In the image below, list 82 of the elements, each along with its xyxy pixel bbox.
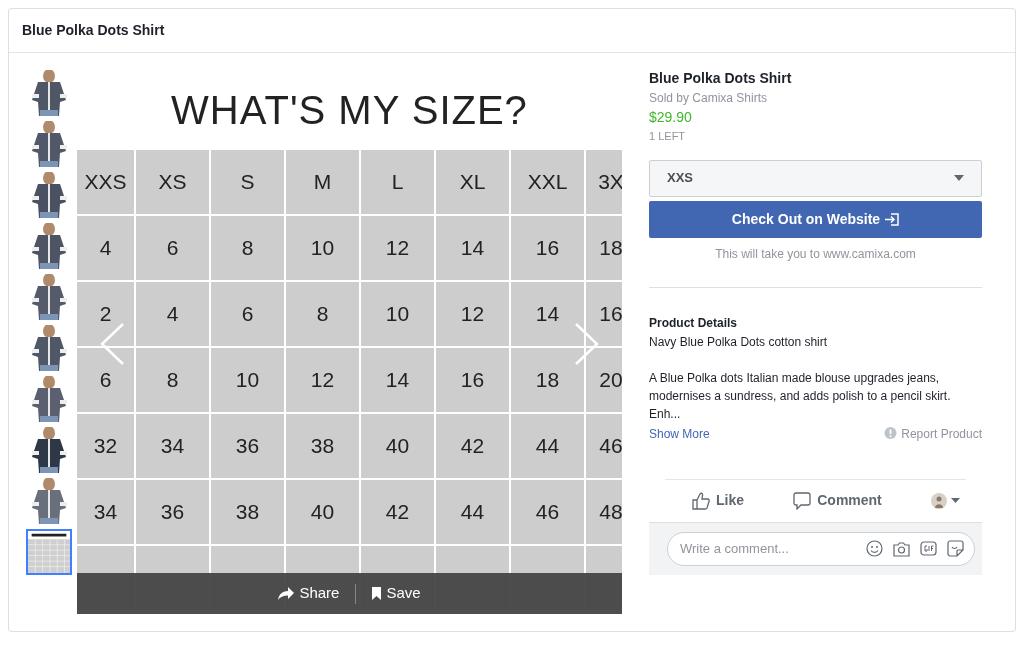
chart-cell: 12	[286, 348, 359, 412]
camera-icon[interactable]	[893, 540, 910, 557]
report-link[interactable]: Report Product	[901, 424, 982, 443]
avatar-icon	[931, 492, 947, 509]
chart-cell: S	[211, 150, 284, 214]
show-more-link[interactable]: Show More	[649, 424, 710, 443]
chart-cell: 6	[211, 282, 284, 346]
seller-text: Sold by Camixa Shirts	[649, 90, 769, 107]
chart-cell: 38	[286, 414, 359, 478]
smiley-icon[interactable]	[866, 540, 883, 557]
chart-cell: 8	[211, 216, 284, 280]
price: $29.90	[649, 108, 693, 127]
checkout-button[interactable]: Check Out on Website	[649, 200, 982, 238]
comment-button[interactable]: Comment	[793, 490, 882, 511]
details-subtitle: Navy Blue Polka Dots cotton shirt	[649, 333, 829, 351]
chart-cell: M	[286, 150, 359, 214]
gif-icon[interactable]	[920, 541, 937, 556]
chart-title: WHAT'S MY SIZE?	[171, 87, 528, 134]
chart-cell: XXL	[511, 150, 584, 214]
save-button[interactable]: Save	[372, 582, 421, 605]
chart-cell: 10	[211, 348, 284, 412]
like-button[interactable]: Like	[692, 490, 744, 511]
chart-cell: 32	[77, 414, 134, 478]
chart-cell: 16	[436, 348, 509, 412]
chart-cell: 4	[136, 282, 209, 346]
comment-field[interactable]: Write a comment...	[667, 531, 975, 566]
chart-cell: 38	[211, 480, 284, 544]
panel-title: Blue Polka Dots Shirt	[22, 21, 165, 40]
chart-cell: 14	[511, 282, 584, 346]
chart-cell: 48	[586, 480, 622, 544]
chart-cell: 14	[436, 216, 509, 280]
chart-cell: 40	[361, 414, 434, 478]
chart-cell: 8	[286, 282, 359, 346]
chart-cell: 10	[361, 282, 434, 346]
thumbnail[interactable]	[26, 529, 72, 575]
chart-cell: 2	[77, 282, 134, 346]
chart-cell: 16	[511, 216, 584, 280]
chart-cell: 34	[136, 414, 209, 478]
product-name: Blue Polka Dots Shirt	[649, 69, 793, 88]
chart-cell: 36	[211, 414, 284, 478]
chart-cell: 18	[511, 348, 584, 412]
chart-cell: 6	[136, 216, 209, 280]
share-button[interactable]: Share	[278, 582, 340, 605]
comment-input[interactable]: Write a comment...	[680, 538, 856, 559]
sticker-icon[interactable]	[947, 540, 964, 557]
chart-cell: L	[361, 150, 434, 214]
chart-cell: 40	[286, 480, 359, 544]
chart-cell: XXS	[77, 150, 134, 214]
speech-bubble-icon	[793, 491, 812, 510]
chart-cell: 12	[361, 216, 434, 280]
chart-cell: 12	[436, 282, 509, 346]
chart-cell: 10	[286, 216, 359, 280]
share-arrow-icon	[278, 587, 295, 600]
chart-cell: 14	[361, 348, 434, 412]
chart-cell: 42	[436, 414, 509, 478]
chart-cell: 46	[511, 480, 584, 544]
audience-selector[interactable]	[931, 492, 960, 509]
chart-cell: 18	[586, 216, 622, 280]
product-description: A Blue Polka dots Italian made blouse upgrades jeans, modernises a sundress, and adds polish to a pencil skirt. Enh...	[649, 369, 952, 423]
chart-cell: 8	[136, 348, 209, 412]
chart-cell: 34	[77, 480, 134, 544]
size-select[interactable]: XXS	[649, 159, 982, 197]
chart-cell: 42	[361, 480, 434, 544]
alert-icon	[884, 427, 898, 440]
dropdown-caret-icon	[954, 175, 964, 181]
chart-cell: 44	[511, 414, 584, 478]
chart-cell: 4	[77, 216, 134, 280]
checkout-note: This will take you to www.camixa.com	[714, 245, 917, 263]
thumbs-up-icon	[692, 491, 710, 510]
details-heading: Product Details	[649, 314, 739, 332]
chart-cell: 44	[436, 480, 509, 544]
chart-cell: 6	[77, 348, 134, 412]
chart-cell: 16	[586, 282, 622, 346]
caret-icon	[951, 498, 960, 503]
chart-cell: 36	[136, 480, 209, 544]
external-link-icon	[885, 212, 900, 226]
chart-cell: XS	[136, 150, 209, 214]
chart-cell: 46	[586, 414, 622, 478]
chart-cell: 20	[586, 348, 622, 412]
chart-cell: XL	[436, 150, 509, 214]
bookmark-icon	[372, 587, 382, 600]
stock-text: 1 LEFT	[649, 129, 687, 144]
